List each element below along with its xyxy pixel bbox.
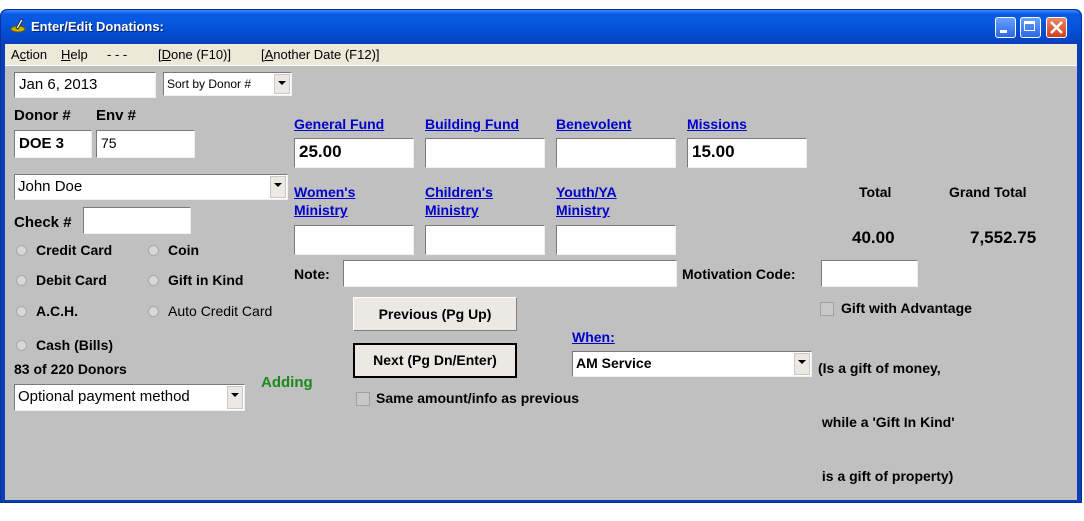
- radio-coin[interactable]: [148, 245, 159, 256]
- gift-advantage-note: (Is a gift of money, while a 'Gift In Ki…: [818, 323, 955, 521]
- grand-total-label: Grand Total: [949, 184, 1027, 200]
- childrens-ministry-link[interactable]: Children's Ministry: [425, 183, 493, 219]
- radio-gift-in-kind[interactable]: [148, 275, 159, 286]
- radio-auto-credit-card[interactable]: [148, 306, 159, 317]
- donor-number-field[interactable]: DOE 3: [14, 130, 92, 158]
- benevolent-link[interactable]: Benevolent: [556, 115, 631, 133]
- motivation-code-label: Motivation Code:: [682, 266, 796, 282]
- youth-ya-ministry-link[interactable]: Youth/YA Ministry: [556, 183, 617, 219]
- env-number-field[interactable]: 75: [96, 130, 195, 158]
- coin-label: Coin: [168, 242, 200, 258]
- auto-credit-card-label: Auto Credit Card: [168, 303, 273, 319]
- youth-ya-ministry-line1: Youth/YA: [556, 184, 617, 200]
- maximize-button[interactable]: [1020, 17, 1041, 38]
- womens-ministry-line1: Women's: [294, 184, 356, 200]
- general-fund-field[interactable]: 25.00: [294, 138, 414, 168]
- close-icon: [1050, 21, 1063, 34]
- same-as-previous-label: Same amount/info as previous: [376, 390, 580, 406]
- pen-ink-icon: [10, 18, 26, 33]
- chevron-down-icon[interactable]: [227, 386, 243, 409]
- womens-ministry-line2: Ministry: [294, 202, 348, 218]
- motivation-code-field[interactable]: [821, 260, 918, 287]
- donor-count: 83 of 220 Donors: [14, 361, 127, 377]
- menu-done[interactable]: [Done (F10)]: [158, 47, 231, 62]
- radio-debit-card[interactable]: [16, 275, 27, 286]
- chevron-down-icon[interactable]: [270, 176, 286, 198]
- credit-card-label: Credit Card: [36, 242, 113, 258]
- status-adding: Adding: [261, 374, 313, 391]
- debit-card-label: Debit Card: [36, 272, 107, 288]
- building-fund-link[interactable]: Building Fund: [425, 115, 519, 133]
- total-label: Total: [859, 184, 892, 200]
- when-select[interactable]: AM Service: [572, 351, 812, 377]
- gift-note-line1: (Is a gift of money,: [818, 360, 941, 376]
- check-number-field[interactable]: [83, 207, 191, 234]
- gift-in-kind-label: Gift in Kind: [168, 272, 244, 288]
- menu-action[interactable]: Action: [11, 47, 47, 62]
- chevron-down-icon[interactable]: [274, 74, 290, 94]
- radio-credit-card[interactable]: [16, 245, 27, 256]
- womens-ministry-field[interactable]: [294, 225, 414, 255]
- previous-button[interactable]: Previous (Pg Up): [353, 297, 517, 331]
- missions-link[interactable]: Missions: [687, 115, 747, 133]
- close-button[interactable]: [1046, 17, 1067, 38]
- note-field[interactable]: [343, 260, 677, 287]
- menu-separator: - - -: [107, 47, 128, 62]
- next-button[interactable]: Next (Pg Dn/Enter): [353, 343, 517, 378]
- menu-another-date[interactable]: [Another Date (F12)]: [261, 47, 380, 62]
- childrens-ministry-line1: Children's: [425, 184, 493, 200]
- radio-cash-bills[interactable]: [16, 340, 27, 351]
- same-as-previous-checkbox[interactable]: [356, 392, 370, 406]
- gift-note-line3: is a gift of property): [818, 468, 954, 484]
- menu-help[interactable]: Help: [61, 47, 88, 62]
- total-value: 40.00: [852, 228, 895, 247]
- donations-window: Enter/Edit Donations: Action Help - - - …: [0, 9, 1082, 503]
- when-link[interactable]: When:: [572, 328, 615, 346]
- date-field[interactable]: Jan 6, 2013: [14, 72, 156, 98]
- optional-payment-select[interactable]: Optional payment method: [14, 384, 245, 411]
- donor-name-value: John Doe: [18, 178, 83, 195]
- gift-note-line2: while a 'Gift In Kind': [818, 414, 955, 430]
- window-title: Enter/Edit Donations:: [31, 19, 164, 34]
- gift-with-advantage-checkbox[interactable]: [820, 302, 834, 316]
- client-area: Action Help - - - [Done (F10)] [Another …: [5, 44, 1077, 500]
- womens-ministry-link[interactable]: Women's Ministry: [294, 183, 355, 219]
- ach-label: A.C.H.: [36, 303, 78, 319]
- youth-ya-ministry-field[interactable]: [556, 225, 676, 255]
- title-bar[interactable]: Enter/Edit Donations:: [1, 10, 1081, 44]
- youth-ya-ministry-line2: Ministry: [556, 202, 610, 218]
- cash-bills-label: Cash (Bills): [36, 337, 114, 353]
- sort-select-value: Sort by Donor #: [167, 77, 252, 91]
- radio-ach[interactable]: [16, 306, 27, 317]
- donor-number-label: Donor #: [14, 107, 71, 124]
- optional-payment-value: Optional payment method: [18, 388, 190, 405]
- minimize-button[interactable]: [995, 17, 1016, 38]
- gift-with-advantage-label: Gift with Advantage: [841, 300, 972, 316]
- childrens-ministry-field[interactable]: [425, 225, 545, 255]
- building-fund-field[interactable]: [425, 138, 545, 168]
- check-number-label: Check #: [14, 214, 72, 231]
- general-fund-link[interactable]: General Fund: [294, 115, 384, 133]
- note-label: Note:: [294, 266, 330, 282]
- chevron-down-icon[interactable]: [794, 353, 810, 375]
- childrens-ministry-line2: Ministry: [425, 202, 479, 218]
- benevolent-field[interactable]: [556, 138, 676, 168]
- sort-select[interactable]: Sort by Donor #: [163, 72, 292, 96]
- donor-name-select[interactable]: John Doe: [14, 174, 288, 200]
- missions-field[interactable]: 15.00: [687, 138, 807, 168]
- env-number-label: Env #: [96, 107, 137, 124]
- grand-total-value: 7,552.75: [970, 228, 1037, 247]
- when-select-value: AM Service: [576, 355, 652, 371]
- menu-bar: Action Help - - - [Done (F10)] [Another …: [5, 44, 1077, 66]
